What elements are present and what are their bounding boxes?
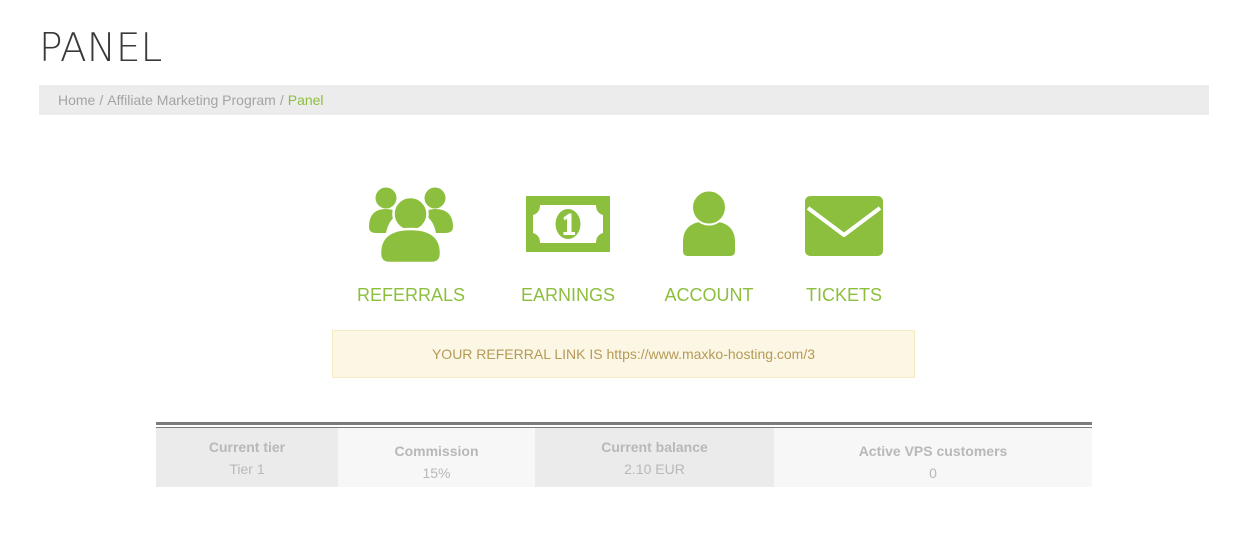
tickets-tile-label: TICKETS [805,285,883,305]
stat-label: Current balance [601,439,708,455]
stats-table: Current tier Tier 1 Commission 15% Curre… [156,422,1092,487]
stat-label: Active VPS customers [858,443,1008,459]
stat-label: Current tier [208,439,286,455]
users-group-icon [369,187,453,265]
breadcrumb-separator: / [99,92,104,108]
banknote-icon [526,196,610,252]
page-title: PANEL [39,26,163,71]
earnings-tile-label: EARNINGS [520,285,616,305]
stat-value: 2.10 EUR [624,461,685,477]
stat-value: Tier 1 [229,461,265,477]
referral-link-prefix: YOUR REFERRAL LINK IS [431,346,603,362]
stat-value: 0 [929,465,937,481]
breadcrumb-current: Panel [287,92,324,108]
breadcrumb: Home / Affiliate Marketing Program / Panel [39,85,1209,115]
breadcrumb-home-link[interactable]: Home [58,92,95,108]
stat-current-tier: Current tier Tier 1 [156,428,338,487]
breadcrumb-affiliate-link[interactable]: Affiliate Marketing Program [107,92,276,108]
stat-active-vps-customers: Active VPS customers 0 [774,428,1092,487]
breadcrumb-separator: / [279,92,284,108]
referrals-tile-label: REFERRALS [356,285,466,305]
envelope-icon [805,196,883,256]
stat-value: 15% [422,465,451,481]
referral-link-url[interactable]: https://www.maxko-hosting.com/3 [607,346,816,362]
stat-commission: Commission 15% [338,428,535,487]
stat-current-balance: Current balance 2.10 EUR [535,428,774,487]
account-tile-label: ACCOUNT [664,285,754,305]
referral-link-alert: YOUR REFERRAL LINK IS https://www.maxko-… [332,330,915,378]
user-icon [681,190,737,258]
stat-label: Commission [394,443,479,459]
